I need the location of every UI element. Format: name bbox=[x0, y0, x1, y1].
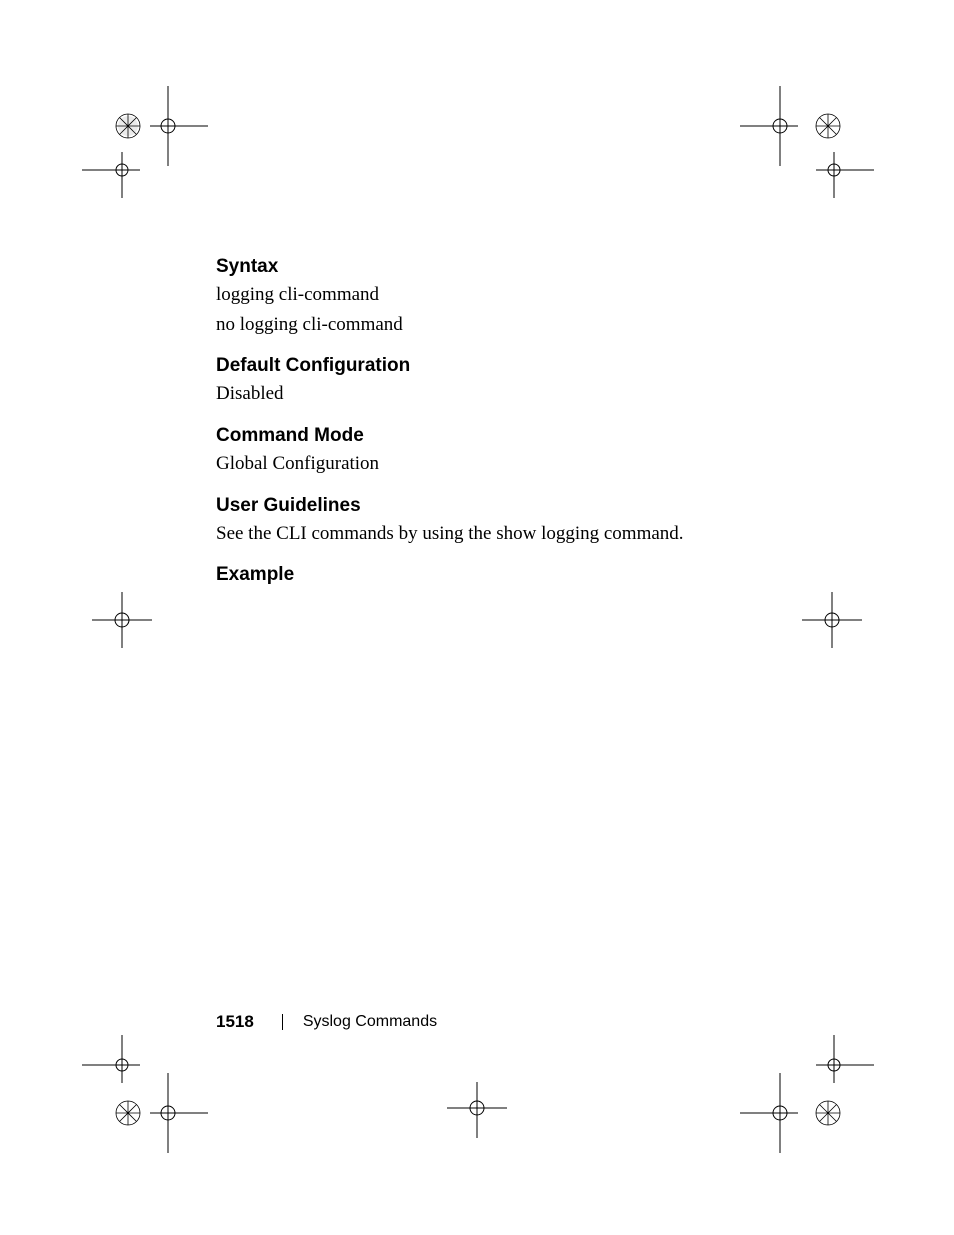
user-guidelines-body: See the CLI commands by using the show l… bbox=[216, 521, 776, 547]
heading-user-guidelines: User Guidelines bbox=[216, 495, 776, 517]
crop-mark-icon bbox=[90, 590, 160, 650]
syntax-line-2: no logging cli-command bbox=[216, 312, 776, 338]
crop-mark-icon bbox=[738, 78, 878, 198]
crop-mark-icon bbox=[794, 590, 864, 650]
heading-default-configuration: Default Configuration bbox=[216, 355, 776, 377]
default-configuration-body: Disabled bbox=[216, 381, 776, 407]
page-footer: 1518 Syslog Commands bbox=[216, 1012, 437, 1032]
syntax-line-1: logging cli-command bbox=[216, 282, 776, 308]
crop-mark-icon bbox=[738, 1035, 878, 1165]
footer-section-title: Syslog Commands bbox=[303, 1013, 437, 1031]
heading-example: Example bbox=[216, 564, 776, 586]
footer-separator bbox=[282, 1014, 283, 1030]
crop-mark-icon bbox=[78, 78, 218, 198]
heading-command-mode: Command Mode bbox=[216, 425, 776, 447]
command-mode-body: Global Configuration bbox=[216, 451, 776, 477]
page-number: 1518 bbox=[216, 1012, 254, 1032]
heading-syntax: Syntax bbox=[216, 256, 776, 278]
page-content: Syntax logging cli-command no logging cl… bbox=[216, 256, 776, 586]
crop-mark-icon bbox=[78, 1035, 218, 1165]
crop-mark-icon bbox=[442, 1080, 512, 1140]
